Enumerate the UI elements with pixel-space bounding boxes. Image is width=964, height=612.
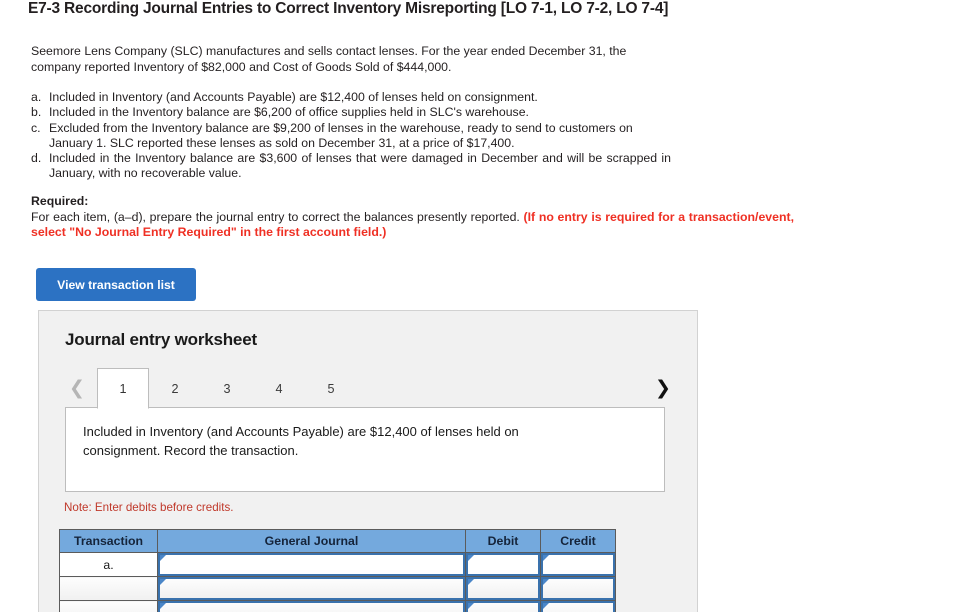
general-journal-cell[interactable] bbox=[157, 600, 466, 612]
credit-cell[interactable] bbox=[540, 600, 616, 612]
worksheet-title: Journal entry worksheet bbox=[65, 330, 257, 349]
tab-2[interactable]: 2 bbox=[149, 368, 201, 408]
list-item-text: Included in Inventory (and Accounts Paya… bbox=[49, 90, 538, 104]
list-item-marker: b. bbox=[31, 105, 42, 120]
required-section: Required: For each item, (a–d), prepare … bbox=[31, 194, 794, 241]
credit-input[interactable] bbox=[541, 601, 615, 612]
chevron-right-icon[interactable]: ❯ bbox=[652, 376, 674, 400]
required-body-text: For each item, (a–d), prepare the journa… bbox=[31, 209, 524, 224]
transaction-cell bbox=[59, 600, 158, 612]
table-row: a. bbox=[59, 552, 616, 577]
list-item-marker: d. bbox=[31, 151, 42, 166]
list-item-marker: c. bbox=[31, 120, 41, 135]
view-transaction-list-button[interactable]: View transaction list bbox=[36, 268, 196, 301]
list-item-text: Included in the Inventory balance are $6… bbox=[49, 105, 529, 120]
worksheet-tabstrip: ❮ 1 2 3 4 5 ❯ bbox=[39, 368, 699, 409]
credit-cell[interactable] bbox=[540, 552, 616, 577]
credit-input[interactable] bbox=[541, 553, 615, 576]
list-item: d. Included in the Inventory balance are… bbox=[31, 151, 671, 182]
list-item: a. Included in Inventory (and Accounts P… bbox=[31, 90, 671, 105]
general-journal-cell[interactable] bbox=[157, 576, 466, 601]
general-journal-input[interactable] bbox=[158, 577, 465, 600]
journal-entry-table: Transaction General Journal Debit Credit… bbox=[59, 529, 616, 612]
debit-input[interactable] bbox=[466, 577, 540, 600]
general-journal-input[interactable] bbox=[158, 601, 465, 612]
table-header-row: Transaction General Journal Debit Credit bbox=[59, 529, 616, 553]
debit-cell[interactable] bbox=[465, 552, 541, 577]
credit-cell[interactable] bbox=[540, 576, 616, 601]
list-item-text: Included in the Inventory balance are $3… bbox=[49, 151, 671, 181]
column-header-debit: Debit bbox=[465, 529, 541, 553]
instruction-box: Included in Inventory (and Accounts Paya… bbox=[65, 407, 665, 492]
list-item: c. Excluded from the Inventory balance a… bbox=[31, 121, 671, 152]
required-body: For each item, (a–d), prepare the journa… bbox=[31, 210, 794, 241]
exercise-page: E7-3 Recording Journal Entries to Correc… bbox=[0, 0, 964, 612]
tab-1[interactable]: 1 bbox=[97, 368, 149, 409]
table-row bbox=[59, 600, 616, 612]
worksheet-tabs: 1 2 3 4 5 bbox=[97, 368, 357, 409]
transaction-cell bbox=[59, 576, 158, 601]
tab-3[interactable]: 3 bbox=[201, 368, 253, 408]
transaction-cell: a. bbox=[59, 552, 158, 577]
list-item-text: Excluded from the Inventory balance are … bbox=[49, 120, 633, 150]
instruction-text: Included in Inventory (and Accounts Paya… bbox=[83, 424, 519, 458]
column-header-transaction: Transaction bbox=[59, 529, 158, 553]
general-journal-input[interactable] bbox=[158, 553, 465, 576]
general-journal-cell[interactable] bbox=[157, 552, 466, 577]
list-item: b. Included in the Inventory balance are… bbox=[31, 105, 671, 120]
debits-before-credits-note: Note: Enter debits before credits. bbox=[64, 501, 234, 514]
column-header-general-journal: General Journal bbox=[157, 529, 466, 553]
item-list: a. Included in Inventory (and Accounts P… bbox=[31, 90, 671, 182]
debit-cell[interactable] bbox=[465, 576, 541, 601]
journal-entry-worksheet-panel: Journal entry worksheet ❮ 1 2 3 4 5 ❯ In… bbox=[38, 310, 698, 612]
tab-5[interactable]: 5 bbox=[305, 368, 357, 408]
credit-input[interactable] bbox=[541, 577, 615, 600]
table-row bbox=[59, 576, 616, 601]
debit-input[interactable] bbox=[466, 553, 540, 576]
chevron-left-icon[interactable]: ❮ bbox=[66, 376, 88, 400]
required-label: Required: bbox=[31, 194, 89, 208]
intro-paragraph: Seemore Lens Company (SLC) manufactures … bbox=[31, 44, 627, 74]
debit-cell[interactable] bbox=[465, 600, 541, 612]
column-header-credit: Credit bbox=[540, 529, 616, 553]
tab-4[interactable]: 4 bbox=[253, 368, 305, 408]
list-item-marker: a. bbox=[31, 90, 42, 104]
debit-input[interactable] bbox=[466, 601, 540, 612]
page-title: E7-3 Recording Journal Entries to Correc… bbox=[28, 0, 669, 17]
